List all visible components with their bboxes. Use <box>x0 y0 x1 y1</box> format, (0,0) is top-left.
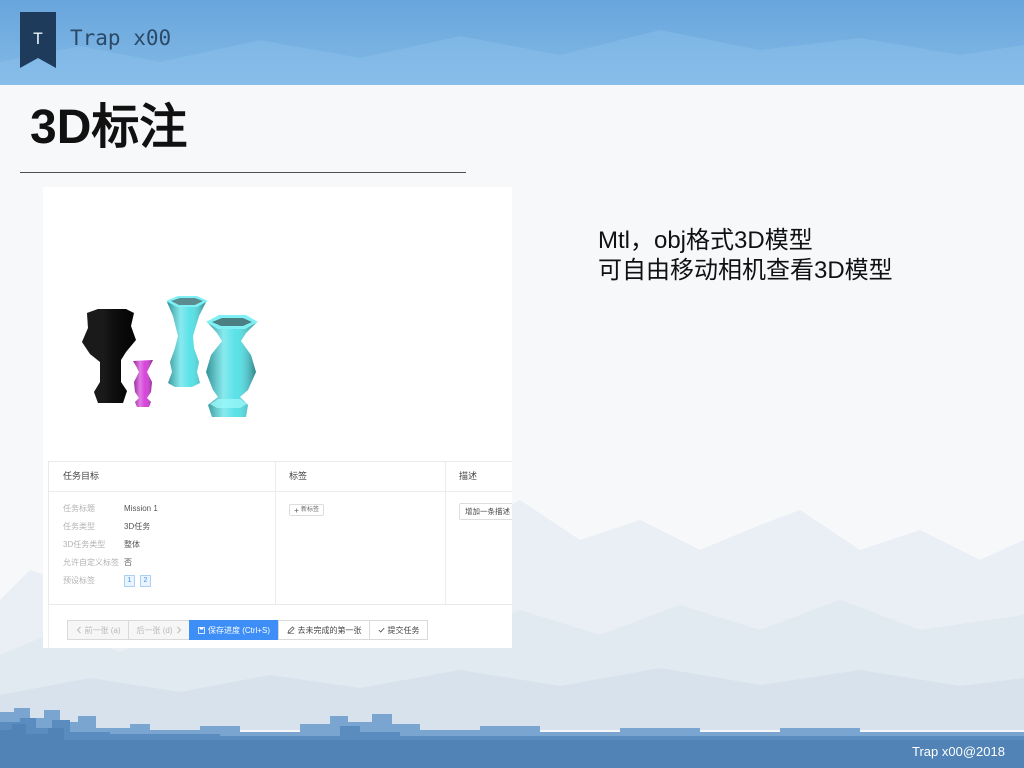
field-label: 3D任务类型 <box>63 540 106 549</box>
field-label: 任务类型 <box>63 522 95 531</box>
field-row: 任务标题 Mission 1 <box>49 500 276 518</box>
labels-column: 标签 新标签 <box>276 462 446 604</box>
field-label: 允许自定义标签 <box>63 558 119 567</box>
field-value: 否 <box>124 558 132 567</box>
first-unfinished-label: 去未完成的第一张 <box>297 625 362 635</box>
description-column: 描述 增加一条描述 <box>446 462 512 604</box>
prev-button[interactable]: 前一张 (a) <box>67 620 129 640</box>
save-progress-button[interactable]: 保存进度 (Ctrl+S) <box>189 620 279 640</box>
app-screenshot: 任务目标 任务标题 Mission 1 任务类型 3D任务 3D任务类型 整体 … <box>43 187 512 648</box>
field-label: 任务标题 <box>63 504 95 513</box>
check-icon <box>377 627 385 633</box>
chevron-right-icon <box>176 626 181 634</box>
first-unfinished-button[interactable]: 去未完成的第一张 <box>278 620 370 640</box>
header-banner: T Trap x00 <box>0 0 1024 85</box>
toolbar-button-group: 前一张 (a) 后一张 (d) 保存进度 (Ctrl+S) 去未完成的第一张 提… <box>67 620 428 640</box>
field-row: 3D任务类型 整体 <box>49 536 276 554</box>
preset-tag[interactable]: 1 <box>124 575 135 587</box>
add-description-button[interactable]: 增加一条描述 <box>459 503 512 520</box>
preset-tag[interactable]: 2 <box>140 575 151 587</box>
chevron-left-icon <box>76 626 81 634</box>
bottom-toolbar: 前一张 (a) 后一张 (d) 保存进度 (Ctrl+S) 去未完成的第一张 提… <box>48 605 512 648</box>
logo-letter: T <box>33 29 43 48</box>
field-row: 允许自定义标签 否 <box>49 554 276 572</box>
brand-name: Trap x00 <box>70 26 172 50</box>
3d-viewport[interactable] <box>43 187 512 455</box>
next-button[interactable]: 后一张 (d) <box>128 620 190 640</box>
submit-task-button[interactable]: 提交任务 <box>369 620 428 640</box>
description-title: 描述 <box>446 462 512 492</box>
plus-icon <box>294 508 299 512</box>
vase-black <box>82 309 136 403</box>
prev-button-label: 前一张 (a) <box>84 625 121 635</box>
new-tag-button[interactable]: 新标签 <box>289 504 325 516</box>
save-icon <box>198 626 205 634</box>
field-value: 3D任务 <box>124 522 151 531</box>
field-row: 任务类型 3D任务 <box>49 518 276 536</box>
vase-cyan-wide <box>206 315 258 417</box>
task-goal-column: 任务目标 任务标题 Mission 1 任务类型 3D任务 3D任务类型 整体 … <box>49 462 276 604</box>
edit-icon <box>286 626 295 634</box>
submit-task-label: 提交任务 <box>387 625 420 635</box>
note-line-1: Mtl，obj格式3D模型 <box>598 227 813 254</box>
preset-tags-row: 预设标签 1 2 <box>49 572 276 590</box>
vase-magenta <box>133 360 153 407</box>
footer-skyline <box>0 708 1024 768</box>
note-line-2: 可自由移动相机查看3D模型 <box>598 257 893 284</box>
task-panel: 任务目标 任务标题 Mission 1 任务类型 3D任务 3D任务类型 整体 … <box>48 461 512 605</box>
next-button-label: 后一张 (d) <box>136 625 173 635</box>
field-value: 整体 <box>124 540 140 549</box>
labels-title: 标签 <box>276 462 445 492</box>
slide-title: 3D标注 <box>30 101 188 154</box>
task-goal-title: 任务目标 <box>49 462 275 492</box>
title-divider <box>20 172 466 173</box>
footer-copyright: Trap x00@2018 <box>912 744 1005 759</box>
field-value: Mission 1 <box>124 504 158 513</box>
save-progress-label: 保存进度 (Ctrl+S) <box>208 625 270 635</box>
vase-cyan-tall <box>166 296 208 387</box>
new-tag-label: 新标签 <box>301 507 320 513</box>
preset-tags-label: 预设标签 <box>63 576 95 585</box>
